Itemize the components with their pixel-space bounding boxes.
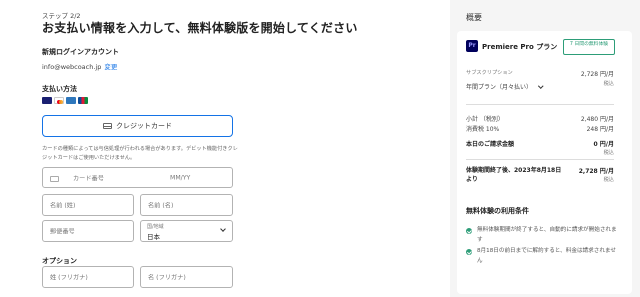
expiry-placeholder: MM/YY [170, 174, 191, 181]
product-name: Premiere Pro プラン [482, 43, 558, 51]
today-charge-tax: 税込 [603, 150, 614, 156]
trial-conditions-title: 無料体験の利用条件 [466, 207, 529, 215]
today-charge-label: 本日のご請求金額 [466, 141, 515, 148]
checkout-form-panel: ステップ 2/2 お支払い情報を入力して、無料体験版を開始してください 新規ログ… [0, 0, 450, 297]
trial-badge: 7 日間の無料体験 [563, 39, 615, 55]
last-name-kana-field[interactable]: 姓 (フリガナ) [42, 266, 134, 288]
last-name-placeholder: 名前 (姓) [50, 202, 76, 210]
postal-code-field[interactable]: 郵便番号 [42, 220, 134, 242]
card-note: カードの種類によっては与信処理が行われる場合があります。デビット機能付きクレジッ… [42, 146, 238, 161]
chevron-down-icon [538, 82, 544, 88]
account-email: info@webcoach.jp [42, 63, 102, 71]
last-name-kana-placeholder: 姓 (フリガナ) [50, 274, 88, 282]
amex-icon [66, 97, 76, 104]
country-select[interactable]: 国/地域 日本 [140, 220, 233, 242]
postal-code-placeholder: 郵便番号 [50, 228, 75, 236]
premiere-pro-logo: Pr [466, 40, 478, 52]
country-label: 国/地域 [147, 224, 164, 230]
account-email-row: info@webcoach.jp 変更 [42, 61, 117, 71]
last-name-field[interactable]: 名前 (姓) [42, 194, 134, 216]
first-name-placeholder: 名前 (名) [148, 202, 174, 210]
after-trial-tax: 税込 [603, 177, 614, 183]
subtotal-label: 小計 （税別） [466, 116, 504, 123]
card-field-icon [50, 176, 59, 182]
first-name-kana-field[interactable]: 名 (フリガナ) [140, 266, 233, 288]
check-icon [466, 249, 472, 255]
summary-divider [466, 159, 614, 160]
subscription-label: サブスクリプション [466, 70, 513, 76]
card-number-placeholder: カード番号 [73, 175, 104, 182]
change-account-link[interactable]: 変更 [104, 63, 117, 71]
tax-value: 248 円/月 [586, 126, 614, 133]
credit-card-label: クレジットカード [116, 122, 172, 130]
card-number-field[interactable]: カード番号 MM/YY [42, 167, 233, 188]
summary-title: 概要 [466, 13, 482, 22]
plan-select[interactable]: 年間プラン（月々払い） [466, 82, 544, 91]
plan-value: 年間プラン（月々払い） [466, 84, 533, 91]
payment-method-label: 支払い方法 [42, 85, 77, 93]
credit-card-icon [103, 123, 112, 129]
condition-item: 8月18日の前日までに解約すると、料金は請求されません [477, 248, 616, 264]
plan-price: 2,728 円/月 [580, 71, 614, 78]
check-icon [466, 228, 472, 234]
today-charge-value: 0 円/月 [593, 141, 614, 148]
subtotal-value: 2,480 円/月 [580, 116, 614, 123]
mastercard-icon [54, 97, 64, 104]
country-value: 日本 [147, 233, 160, 241]
after-trial-label: 体験期間終了後、2023年8月18日より [466, 167, 562, 183]
accepted-cards [42, 97, 88, 104]
chevron-down-icon [220, 226, 226, 232]
visa-icon [42, 97, 52, 104]
first-name-kana-placeholder: 名 (フリガナ) [148, 274, 186, 282]
plan-price-tax: 税込 [603, 81, 614, 87]
first-name-field[interactable]: 名前 (名) [140, 194, 233, 216]
after-trial-value: 2,728 円/月 [578, 168, 614, 175]
condition-item: 無料体験期間が終了すると、自動的に請求が開始されます [477, 227, 617, 243]
credit-card-method-button[interactable]: クレジットカード [42, 115, 233, 137]
summary-divider [466, 104, 614, 105]
options-label: オプション [42, 257, 77, 265]
account-label: 新規ログインアカウント [42, 48, 119, 56]
page-title: お支払い情報を入力して、無料体験版を開始してください [42, 21, 358, 35]
jcb-icon [78, 97, 88, 104]
tax-label: 消費税 10% [466, 126, 500, 133]
